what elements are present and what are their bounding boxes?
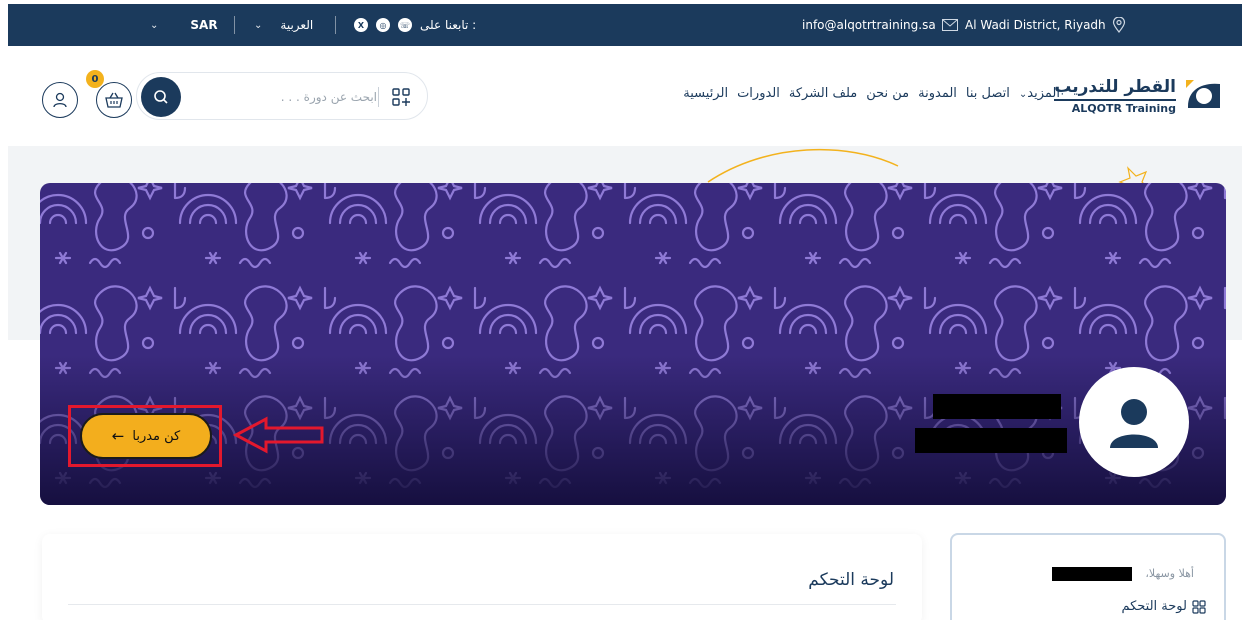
- site-header: القطر للتدريب ALQOTR Training الرئيسية ا…: [0, 46, 1250, 146]
- main-nav: الرئيسية الدورات ملف الشركة من نحن المدو…: [683, 86, 1060, 101]
- language-selector[interactable]: ⌄ العربية: [254, 4, 313, 46]
- divider: [378, 87, 379, 107]
- cart-count-badge: 0: [86, 70, 104, 88]
- nav-item-more[interactable]: المزيد⌄: [1019, 86, 1060, 101]
- page-title: لوحة التحكم: [808, 570, 894, 590]
- redacted-name: [933, 394, 1061, 419]
- chevron-down-icon: ⌄: [254, 19, 263, 31]
- email-link[interactable]: info@alqotrtraining.sa: [802, 4, 958, 46]
- search-icon: [154, 90, 168, 104]
- account-button[interactable]: [42, 82, 78, 118]
- whatsapp-icon[interactable]: ☏: [398, 18, 412, 32]
- account-sidebar: أهلا وسهلا، لوحة التحكم: [950, 533, 1226, 620]
- top-bar: ⌄ SAR ⌄ العربية X ◎ ☏ تابعنا على : info@…: [8, 4, 1242, 46]
- instagram-icon[interactable]: ◎: [376, 18, 390, 32]
- nav-item-home[interactable]: الرئيسية: [683, 86, 728, 101]
- logo-text: القطر للتدريب ALQOTR Training: [1054, 77, 1176, 115]
- follow-us-label: تابعنا على :: [420, 18, 477, 32]
- redacted-email: [915, 428, 1067, 453]
- nav-item-company-profile[interactable]: ملف الشركة: [789, 86, 857, 101]
- divider: [234, 16, 235, 34]
- greeting-text: أهلا وسهلا،: [1145, 567, 1194, 580]
- sidebar-item-label: لوحة التحكم: [1121, 599, 1187, 614]
- become-instructor-label: كن مدربا: [132, 428, 181, 444]
- search-input[interactable]: [227, 86, 377, 108]
- address-text: Al Wadi District, Riyadh: [965, 18, 1106, 32]
- nav-item-more-label: المزيد: [1027, 86, 1060, 101]
- logo-name-ar: القطر للتدريب: [1054, 77, 1176, 97]
- dashboard-panel: لوحة التحكم: [42, 534, 922, 620]
- cart-button[interactable]: [96, 82, 132, 118]
- site-logo[interactable]: القطر للتدريب ALQOTR Training: [1054, 68, 1224, 124]
- nav-item-contact[interactable]: اتصل بنا: [966, 86, 1010, 101]
- search-button[interactable]: [141, 77, 181, 117]
- divider: [68, 604, 896, 605]
- arrow-left-icon: ←: [111, 427, 125, 445]
- location-pin-icon: [1112, 17, 1125, 33]
- sidebar-item-dashboard[interactable]: لوحة التحكم: [1121, 599, 1206, 614]
- divider: [335, 16, 336, 34]
- nav-item-about[interactable]: من نحن: [866, 86, 909, 101]
- become-instructor-button[interactable]: كن مدربا ←: [80, 413, 212, 459]
- social-links: X ◎ ☏ تابعنا على :: [354, 4, 476, 46]
- user-avatar-icon: [1110, 399, 1158, 448]
- basket-icon: [105, 92, 123, 108]
- envelope-icon: [941, 19, 958, 31]
- redacted-username: [1052, 567, 1132, 581]
- currency-selector[interactable]: ⌄ SAR: [150, 4, 218, 46]
- logo-name-en: ALQOTR Training: [1054, 99, 1176, 115]
- user-icon: [53, 92, 67, 108]
- chevron-down-icon: ⌄: [150, 19, 159, 31]
- search-bar: [136, 72, 428, 120]
- email-text: info@alqotrtraining.sa: [802, 18, 936, 32]
- language-label: العربية: [280, 18, 314, 32]
- avatar[interactable]: [1079, 367, 1189, 477]
- dashboard-grid-icon: [1192, 599, 1206, 614]
- x-twitter-icon[interactable]: X: [354, 18, 368, 32]
- logo-mark-icon: [1186, 80, 1222, 110]
- nav-item-courses[interactable]: الدورات: [737, 86, 780, 101]
- currency-label: SAR: [190, 18, 218, 32]
- address-link[interactable]: Al Wadi District, Riyadh: [965, 4, 1126, 46]
- annotation-arrow-icon: [232, 416, 324, 454]
- categories-grid-icon[interactable]: [391, 87, 411, 107]
- nav-item-blog[interactable]: المدونة: [918, 86, 957, 101]
